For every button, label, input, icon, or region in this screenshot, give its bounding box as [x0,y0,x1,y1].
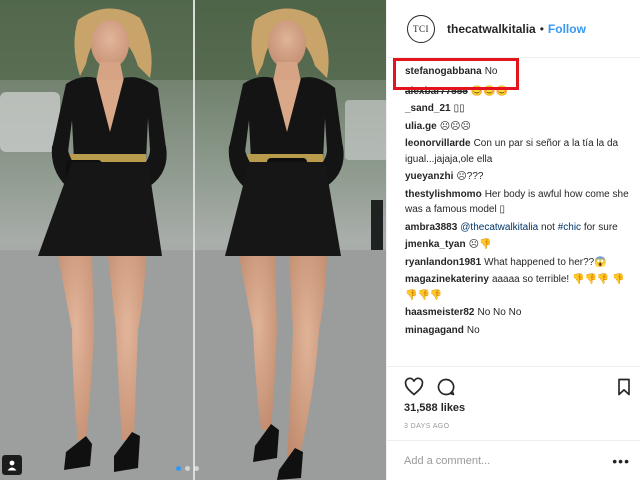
post-timestamp[interactable]: 3 DAYS AGO [404,423,450,430]
comment-hashtag-link[interactable]: #chic [558,222,581,233]
account-username[interactable]: thecatwalkitalia [447,22,536,36]
comment-text: ☹☹☹ [439,120,471,132]
post-photo[interactable] [0,0,386,480]
header-separator: • [539,21,544,36]
comment-text: No No No [477,307,522,318]
photo-panel-left [0,0,193,480]
post-header: TCI thecatwalkitalia • Follow [387,0,640,58]
comment-text: 😊😊😊 [470,85,509,97]
carousel-dot-active [176,466,181,471]
comment: jmenka_tyan ☹👎 [405,237,637,253]
comment: ulia.ge ☹☹☹ [405,119,637,135]
avatar[interactable]: TCI [407,14,435,43]
comment: ryanlandon1981 What happened to her??😱 [405,255,637,271]
avatar-text: TCI [413,23,429,34]
photo-panel-right [193,0,386,480]
comment: ambra3883 @thecatwalkitalia not #chic for… [405,220,637,236]
carousel-indicator [176,466,199,471]
comment-bubble-icon[interactable] [436,377,456,397]
comment: leonorvillarde Con un par si señor a la t… [405,136,637,167]
action-bar [386,366,640,406]
carousel-dot [185,466,190,471]
comment: alexbar77555 😊😊😊 [405,84,637,100]
comment-username[interactable]: thestylishmomo [405,189,482,200]
comment: _sand_21 ▯▯ [405,101,637,117]
comment-text-continued: for sure [583,221,618,233]
comment-input[interactable] [404,454,600,467]
likes-count[interactable]: 31,588 likes [404,402,465,414]
comment: yueyanzhi ☹??? [405,169,637,185]
comment-mention-link[interactable]: @thecatwalkitalia [460,222,538,233]
comment-username[interactable]: minagagand [405,325,464,336]
comment: minagagand No [405,323,637,339]
comment-username[interactable]: magazinekateriny [405,274,489,285]
comment-username[interactable]: stefanogabbana [405,66,482,77]
model-photo-left [0,0,193,480]
comment-text: No [484,66,498,77]
bookmark-icon[interactable] [614,377,634,397]
comment-text: ☹👎 [468,239,492,250]
comment-username[interactable]: _sand_21 [405,103,451,114]
add-comment-bar: ••• [386,440,640,480]
comment: stefanogabbana No [405,64,637,80]
comment-text: ▯▯ [453,103,465,114]
comment-username[interactable]: alexbar77555 [405,86,468,97]
comment-text: not [541,221,555,233]
comment-username[interactable]: yueyanzhi [405,171,453,182]
comment: thestylishmomo Her body is awful how come… [405,187,637,218]
comment-username[interactable]: haasmeister82 [405,307,475,318]
comment-username[interactable]: ryanlandon1981 [405,257,481,268]
comment-text: What happened to her??😱 [484,256,607,268]
comment-text: ☹??? [456,171,484,182]
comment-username[interactable]: ulia.ge [405,121,437,132]
follow-button[interactable]: Follow [548,22,586,36]
comment: magazinekateriny aaaaa so terrible! 👎👎👎 👎… [405,272,637,303]
comment-username[interactable]: ambra3883 [405,222,457,233]
comment-username[interactable]: leonorvillarde [405,138,471,149]
tagged-users-icon[interactable] [2,455,22,475]
heart-icon[interactable] [404,377,424,397]
model-photo-right [195,0,386,480]
more-options-button[interactable]: ••• [612,453,630,469]
comment-list: stefanogabbana No alexbar77555 😊😊😊 _sand_2… [405,64,637,340]
comment-text: No [466,324,480,336]
carousel-dot [194,466,199,471]
comment-username[interactable]: jmenka_tyan [405,239,466,250]
comment: haasmeister82 No No No [405,305,637,321]
